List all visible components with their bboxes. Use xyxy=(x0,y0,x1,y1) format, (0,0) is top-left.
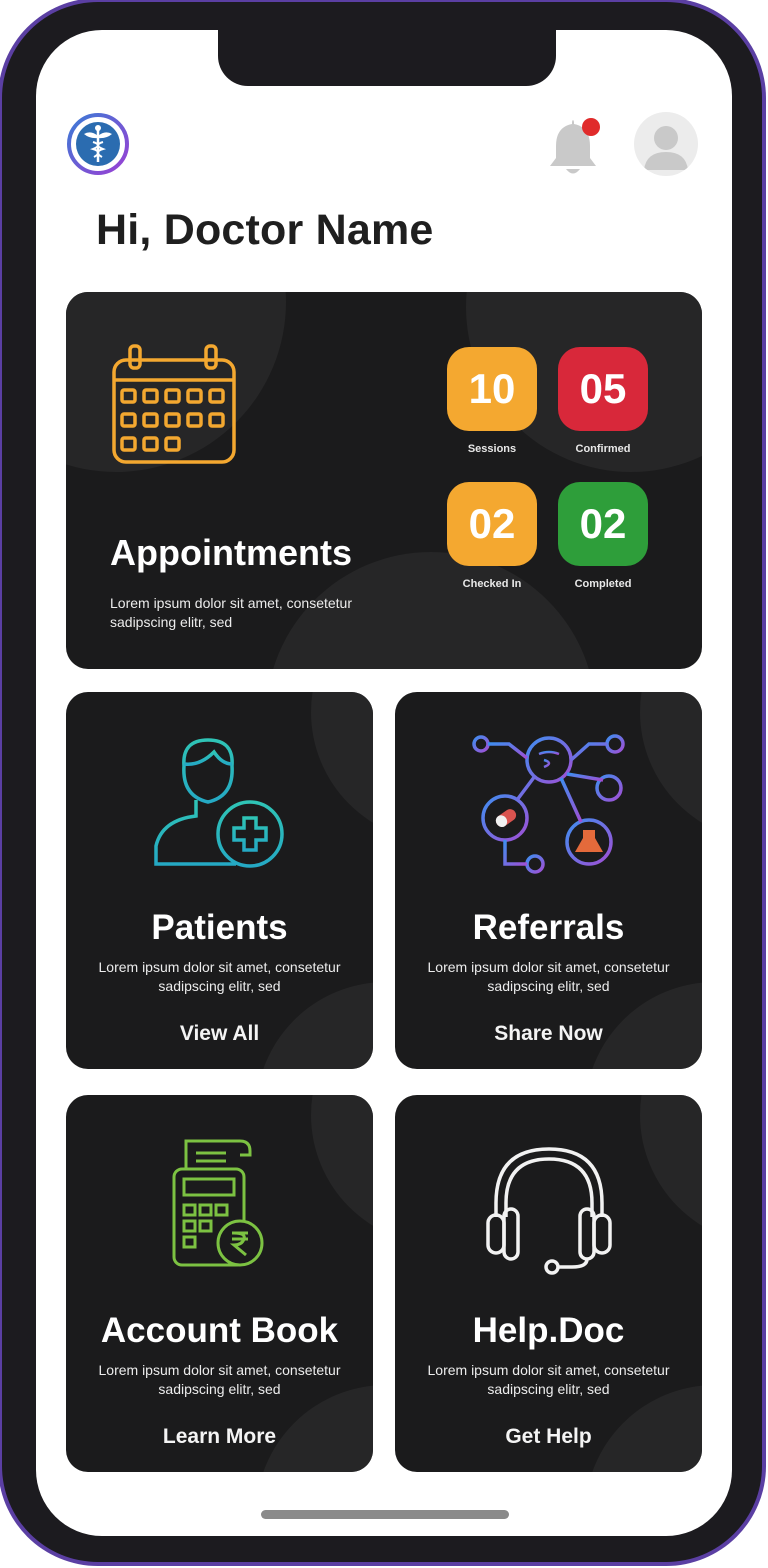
stat-sessions[interactable]: 10 Sessions xyxy=(447,347,537,455)
stat-value: 05 xyxy=(558,347,648,431)
headset-icon xyxy=(485,1147,612,1275)
help-doc-title: Help.Doc xyxy=(472,1311,625,1350)
add-patient-icon xyxy=(153,738,284,868)
learn-more-button[interactable]: Learn More xyxy=(66,1425,373,1449)
patients-card[interactable]: Patients Lorem ipsum dolor sit amet, con… xyxy=(66,692,373,1069)
stat-label: Confirmed xyxy=(575,443,631,455)
stat-checked-in[interactable]: 02 Checked In xyxy=(447,482,537,590)
appointments-description: Lorem ipsum dolor sit amet, consetetur s… xyxy=(110,595,352,630)
patients-title: Patients xyxy=(151,908,288,947)
referrals-title: Referrals xyxy=(472,908,625,947)
account-book-card[interactable]: Account Book Lorem ipsum dolor sit amet,… xyxy=(66,1095,373,1472)
billing-machine-icon xyxy=(172,1139,263,1267)
stat-value: 10 xyxy=(447,347,537,431)
patients-description: Lorem ipsum dolor sit amet, consetetur s… xyxy=(98,959,341,994)
user-icon xyxy=(644,126,688,170)
user-avatar[interactable] xyxy=(634,112,698,176)
stat-value: 02 xyxy=(447,482,537,566)
referrals-description: Lorem ipsum dolor sit amet, consetetur s… xyxy=(427,959,670,994)
stat-confirmed[interactable]: 05 Confirmed xyxy=(558,347,648,455)
appointments-title: Appointments xyxy=(110,532,352,573)
notification-dot xyxy=(582,118,600,136)
help-doc-card[interactable]: Help.Doc Lorem ipsum dolor sit amet, con… xyxy=(395,1095,702,1472)
stat-label: Sessions xyxy=(467,443,517,455)
referrals-card[interactable]: Referrals Lorem ipsum dolor sit amet, co… xyxy=(395,692,702,1069)
appointments-card[interactable]: Appointments Lorem ipsum dolor sit amet,… xyxy=(66,292,702,669)
stat-label: Checked In xyxy=(462,578,522,590)
get-help-button[interactable]: Get Help xyxy=(395,1425,702,1449)
view-all-button[interactable]: View All xyxy=(66,1022,373,1046)
account-book-title: Account Book xyxy=(100,1311,339,1350)
calendar-icon xyxy=(112,344,236,464)
help-doc-description: Lorem ipsum dolor sit amet, consetetur s… xyxy=(427,1362,670,1397)
stat-label: Completed xyxy=(574,578,632,590)
greeting-title: Hi, Doctor Name xyxy=(96,206,434,254)
referral-network-icon xyxy=(471,734,625,874)
stat-value: 02 xyxy=(558,482,648,566)
bell-icon[interactable] xyxy=(544,114,604,180)
stat-completed[interactable]: 02 Completed xyxy=(558,482,648,590)
phone-notch xyxy=(218,28,556,86)
share-now-button[interactable]: Share Now xyxy=(395,1022,702,1046)
caduceus-icon[interactable] xyxy=(66,112,130,176)
home-indicator[interactable] xyxy=(261,1510,509,1519)
account-book-description: Lorem ipsum dolor sit amet, consetetur s… xyxy=(98,1362,341,1397)
